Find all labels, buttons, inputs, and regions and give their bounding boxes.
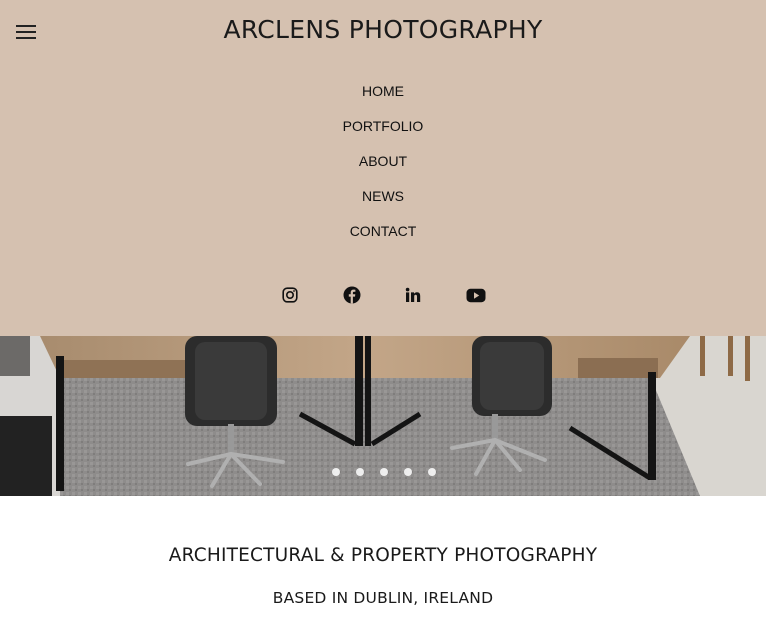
site-title[interactable]: ARCLENS PHOTOGRAPHY	[0, 15, 766, 44]
main-nav: HOME PORTFOLIO ABOUT NEWS CONTACT	[0, 82, 766, 257]
intro-subheading: BASED IN DUBLIN, IRELAND	[272, 589, 494, 607]
instagram-icon[interactable]	[279, 284, 301, 306]
youtube-icon[interactable]	[465, 284, 487, 306]
slide-dot-3[interactable]	[380, 468, 388, 476]
nav-item-home[interactable]: HOME	[0, 82, 766, 117]
slide-dot-5[interactable]	[428, 468, 436, 476]
nav-item-contact[interactable]: CONTACT	[0, 222, 766, 257]
site-header: ARCLENS PHOTOGRAPHY HOME PORTFOLIO ABOUT…	[0, 0, 766, 336]
hero-slideshow[interactable]	[0, 336, 766, 496]
facebook-icon[interactable]	[341, 284, 363, 306]
slide-dot-2[interactable]	[356, 468, 364, 476]
nav-item-news[interactable]: NEWS	[0, 187, 766, 222]
nav-item-about[interactable]: ABOUT	[0, 152, 766, 187]
slideshow-dots	[0, 468, 766, 478]
linkedin-icon[interactable]	[402, 284, 424, 306]
intro-heading: ARCHITECTURAL & PROPERTY PHOTOGRAPHY	[168, 545, 598, 566]
slide-dot-1[interactable]	[332, 468, 340, 476]
slide-dot-4[interactable]	[404, 468, 412, 476]
social-links	[0, 284, 766, 306]
nav-item-portfolio[interactable]: PORTFOLIO	[0, 117, 766, 152]
